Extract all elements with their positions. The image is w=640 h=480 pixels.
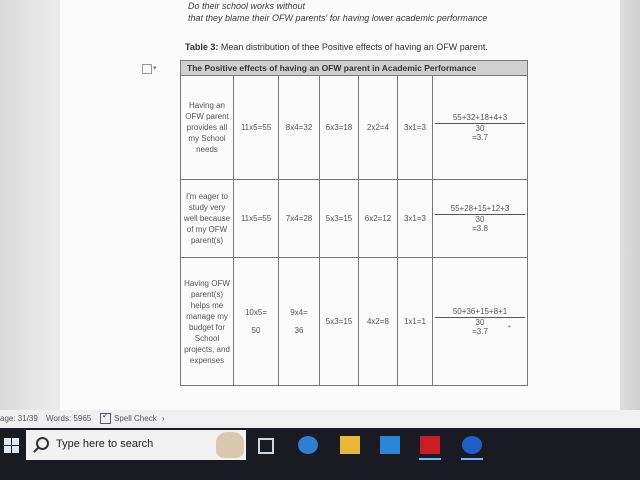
score-cell: 5x3=15: [319, 257, 359, 386]
active-app-indicator: [461, 458, 483, 460]
caption-label: Table 3:: [185, 42, 219, 52]
mean-denominator: 30: [475, 318, 485, 327]
body-line: that they blame their OFW parents' for h…: [188, 13, 488, 23]
table-row: Having OFW parent(s) helps me manage my …: [180, 257, 528, 386]
browser-icon[interactable]: [298, 436, 318, 454]
table-header: The Positive effects of having an OFW pa…: [180, 60, 528, 76]
windows-taskbar: Type here to search: [0, 428, 640, 480]
mean-distribution-table: The Positive effects of having an OFW pa…: [180, 60, 528, 386]
statement-cell: I'm eager to study very well because of …: [180, 179, 234, 258]
taskbar-search-box[interactable]: Type here to search: [26, 430, 246, 460]
mean-cell: 50+36+15+8+1 30 =3.7: [432, 257, 528, 386]
store-icon[interactable]: [380, 436, 400, 454]
document-canvas: Do their school works without that they …: [0, 0, 640, 425]
score-cell: 4x2=8: [358, 257, 398, 386]
mean-value: =3.8: [472, 224, 488, 233]
mean-numerator: 55+32+18+4+3: [435, 113, 525, 124]
task-view-icon[interactable]: [258, 438, 274, 454]
chevron-right-icon[interactable]: ›: [162, 414, 165, 423]
spell-check-label[interactable]: Spell Check: [114, 414, 157, 423]
table-row: Having an OFW parent provides all my Sch…: [180, 75, 528, 180]
mean-cell: 55+32+18+4+3 30 =3.7: [432, 75, 528, 180]
mean-denominator: 30: [475, 124, 485, 133]
word-count[interactable]: Words: 5965: [46, 414, 91, 423]
score-cell: 7x4=28: [278, 179, 320, 258]
mean-value: =3.7: [472, 327, 488, 336]
status-bar: age: 31/39 Words: 5965 Spell Check ›: [0, 410, 640, 428]
spell-check-icon[interactable]: [100, 411, 111, 424]
square-icon: [142, 64, 152, 74]
windows-start-icon[interactable]: [4, 438, 20, 454]
app-icon[interactable]: [420, 436, 440, 454]
statement-cell: Having an OFW parent provides all my Sch…: [180, 75, 234, 180]
caption-text: Mean distribution of thee Positive effec…: [218, 42, 488, 52]
score-cell: 10x5= 50: [233, 257, 279, 386]
search-icon: [36, 437, 49, 450]
score-cell: 9x4= 36: [278, 257, 320, 386]
score-cell: 3x1=3: [397, 179, 433, 258]
mean-cell: 55+28+15+12+3 30 =3.8: [432, 179, 528, 258]
score-cell: 11x5=55: [233, 75, 279, 180]
row-end-marker: •: [508, 322, 511, 331]
score-cell: 2x2=4: [358, 75, 398, 180]
table-caption: Table 3: Mean distribution of thee Posit…: [185, 42, 488, 52]
table-move-handle-icon[interactable]: ▾: [142, 62, 157, 74]
statement-cell: Having OFW parent(s) helps me manage my …: [180, 257, 234, 386]
file-explorer-icon[interactable]: [340, 436, 360, 454]
search-placeholder: Type here to search: [56, 438, 154, 450]
chevron-down-icon: ▾: [153, 65, 157, 72]
score-cell: 3x1=3: [397, 75, 433, 180]
page-count[interactable]: age: 31/39: [0, 414, 38, 423]
table-row: I'm eager to study very well because of …: [180, 179, 528, 258]
mean-denominator: 30: [475, 215, 485, 224]
score-cell: 6x3=18: [319, 75, 359, 180]
score-cell: 6x2=12: [358, 179, 398, 258]
mean-numerator: 55+28+15+12+3: [435, 204, 525, 215]
score-cell: 1x1=1: [397, 257, 433, 386]
bluetooth-icon[interactable]: [462, 436, 482, 454]
body-line: Do their school works without: [188, 1, 306, 11]
mean-numerator: 50+36+15+8+1: [435, 307, 525, 318]
active-app-indicator: [419, 458, 441, 460]
score-cell: 8x4=32: [278, 75, 320, 180]
mean-value: =3.7: [472, 133, 488, 142]
search-highlight-image: [216, 432, 244, 458]
document-body-text: Do their school works without that they …: [188, 0, 487, 24]
score-cell: 5x3=15: [319, 179, 359, 258]
score-cell: 11x5=55: [233, 179, 279, 258]
